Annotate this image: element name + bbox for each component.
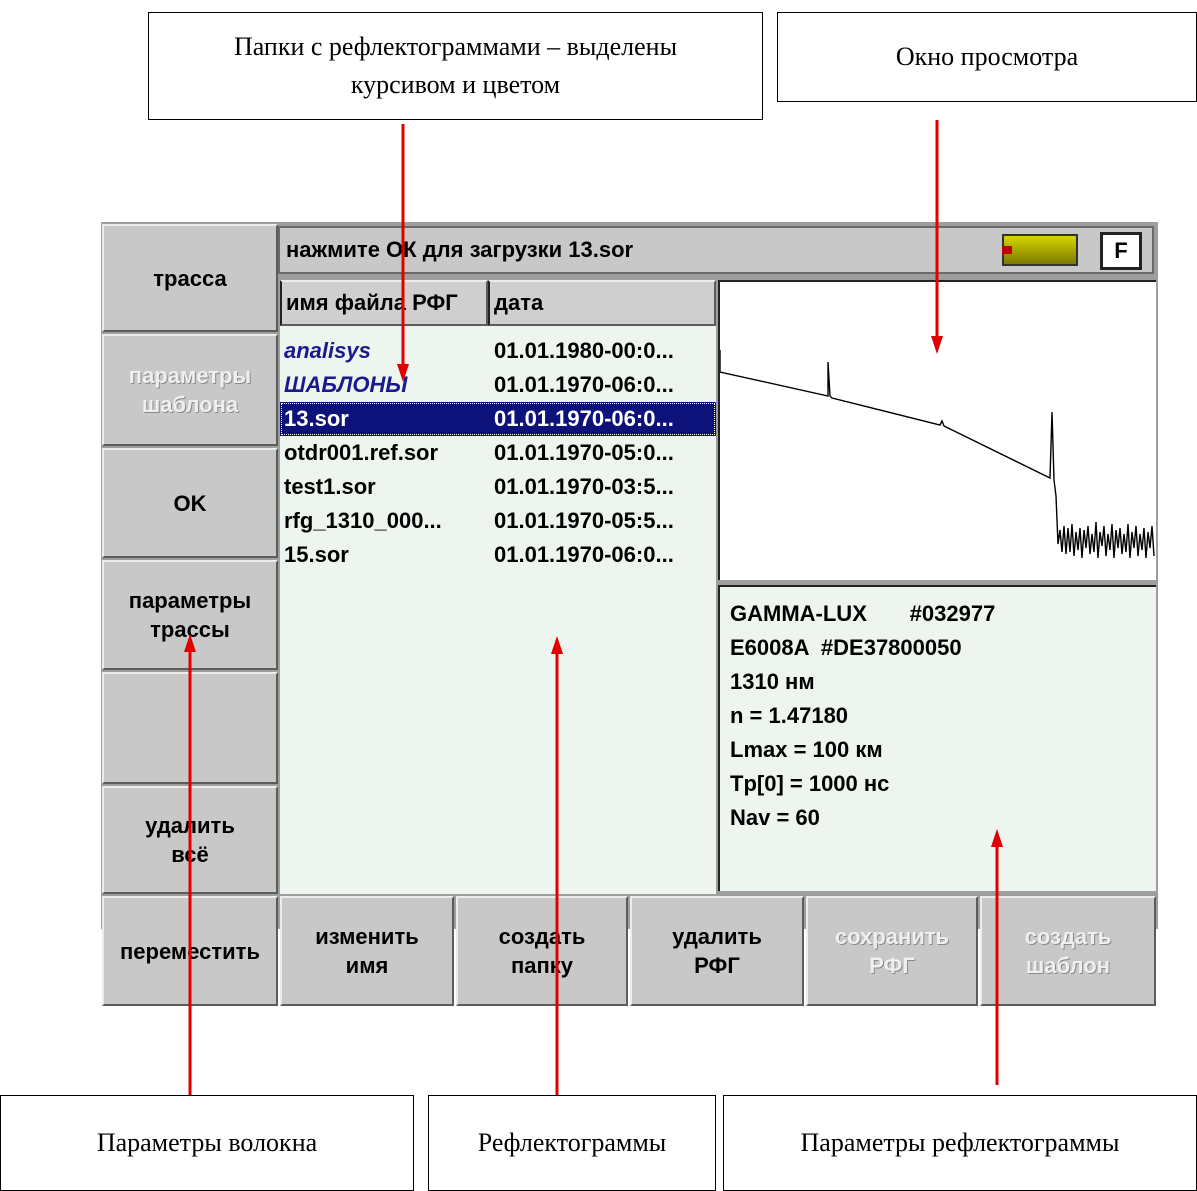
arrow-down-icon [397, 124, 409, 382]
arrow-up-icon [184, 634, 196, 1095]
arrow-down-icon [931, 120, 943, 354]
annotation-arrows [184, 120, 1003, 1095]
arrow-up-icon [991, 829, 1003, 1085]
arrow-up-icon [551, 636, 563, 1095]
